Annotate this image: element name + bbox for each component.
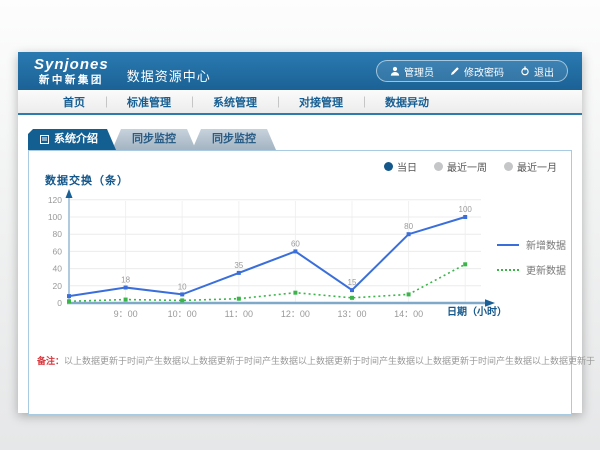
svg-text:100: 100 — [48, 212, 62, 222]
footnote-prefix: 备注： — [37, 356, 64, 366]
svg-text:10：00: 10：00 — [168, 309, 197, 319]
y-axis-title: 数据交换（条） — [45, 172, 129, 188]
period-option-label: 最近一月 — [517, 159, 557, 174]
svg-text:18: 18 — [121, 276, 130, 285]
nav-item-5[interactable]: 数据异动 — [364, 94, 450, 110]
logo-text-en: Synjones — [34, 57, 109, 72]
period-filter: 当日 最近一周 最近一月 — [384, 159, 557, 174]
svg-text:120: 120 — [48, 195, 62, 205]
tab-2[interactable]: 同步监控 — [112, 129, 196, 150]
svg-text:80: 80 — [404, 222, 413, 231]
logout-button[interactable]: 退出 — [520, 64, 554, 79]
tab-1[interactable]: 系统介绍 — [28, 129, 116, 150]
legend-label: 新增数据 — [526, 237, 566, 252]
period-option-2[interactable]: 最近一周 — [434, 159, 487, 174]
content-area: 系统介绍 同步监控 同步监控 当日 最近一周 最近一月 数据交换（条） 日期（小时） 0… — [18, 115, 582, 413]
legend-item-2[interactable]: 更新数据 — [497, 262, 566, 277]
svg-text:100: 100 — [459, 205, 473, 214]
nav-item-3[interactable]: 系统管理 — [192, 94, 278, 110]
footnote: 备注：以上数据更新于时间产生数据以上数据更新于时间产生数据以上数据更新于时间产生… — [37, 354, 563, 367]
svg-text:15: 15 — [348, 278, 357, 287]
app-window: Synjones 新中新集团 数据资源中心 管理员 修改密码 退出 首页标准管理… — [18, 52, 582, 413]
svg-text:60: 60 — [53, 246, 63, 256]
legend-swatch-icon — [497, 269, 519, 271]
nav-item-1[interactable]: 首页 — [42, 94, 106, 110]
svg-text:35: 35 — [234, 261, 243, 270]
tab-3[interactable]: 同步监控 — [192, 129, 276, 150]
svg-text:10: 10 — [178, 282, 187, 291]
app-header: Synjones 新中新集团 数据资源中心 管理员 修改密码 退出 — [18, 52, 582, 90]
power-icon — [520, 66, 530, 76]
company-logo: Synjones 新中新集团 — [34, 57, 109, 86]
legend-swatch-icon — [497, 244, 519, 246]
tab-label: 同步监控 — [212, 133, 256, 145]
svg-text:80: 80 — [53, 229, 63, 239]
svg-text:12：00: 12：00 — [281, 309, 310, 319]
legend-item-1[interactable]: 新增数据 — [497, 237, 566, 252]
svg-text:0: 0 — [57, 298, 62, 308]
radio-icon — [504, 162, 513, 171]
svg-text:13：00: 13：00 — [337, 309, 366, 319]
svg-text:11：00: 11：00 — [225, 309, 253, 319]
x-axis-title: 日期（小时） — [447, 303, 507, 318]
radio-icon — [434, 162, 443, 171]
period-option-3[interactable]: 最近一月 — [504, 159, 557, 174]
svg-text:14：00: 14：00 — [394, 309, 423, 319]
svg-text:9：00: 9：00 — [114, 309, 138, 319]
nav-item-4[interactable]: 对接管理 — [278, 94, 364, 110]
svg-text:40: 40 — [53, 264, 63, 274]
document-icon — [40, 135, 49, 144]
tab-bar: 系统介绍 同步监控 同步监控 — [28, 129, 276, 150]
user-toolbar: 管理员 修改密码 退出 — [376, 60, 568, 82]
change-password-button[interactable]: 修改密码 — [450, 64, 504, 79]
period-option-label: 最近一周 — [447, 159, 487, 174]
change-password-label: 修改密码 — [464, 64, 504, 79]
legend-label: 更新数据 — [526, 262, 566, 277]
period-option-label: 当日 — [397, 159, 417, 174]
user-icon — [390, 66, 400, 76]
chart-legend: 新增数据更新数据 — [497, 237, 566, 287]
tab-label: 同步监控 — [132, 133, 176, 145]
footnote-body: 以上数据更新于时间产生数据以上数据更新于时间产生数据以上数据更新于时间产生数据以… — [64, 356, 595, 366]
page-title: 数据资源中心 — [127, 66, 211, 85]
chart-panel: 当日 最近一周 最近一月 数据交换（条） 日期（小时） 0 20 40 60 80 100 12… — [28, 150, 572, 415]
radio-icon — [384, 162, 393, 171]
tab-label: 系统介绍 — [54, 129, 98, 150]
edit-icon — [450, 66, 460, 76]
main-nav: 首页标准管理系统管理对接管理数据异动 — [18, 90, 582, 115]
logout-label: 退出 — [534, 64, 554, 79]
svg-text:60: 60 — [291, 239, 300, 248]
current-user-button[interactable]: 管理员 — [390, 64, 434, 79]
nav-item-2[interactable]: 标准管理 — [106, 94, 192, 110]
logo-text-cn: 新中新集团 — [34, 75, 109, 86]
current-user-label: 管理员 — [404, 64, 434, 79]
svg-text:20: 20 — [53, 281, 63, 291]
period-option-1[interactable]: 当日 — [384, 159, 417, 174]
